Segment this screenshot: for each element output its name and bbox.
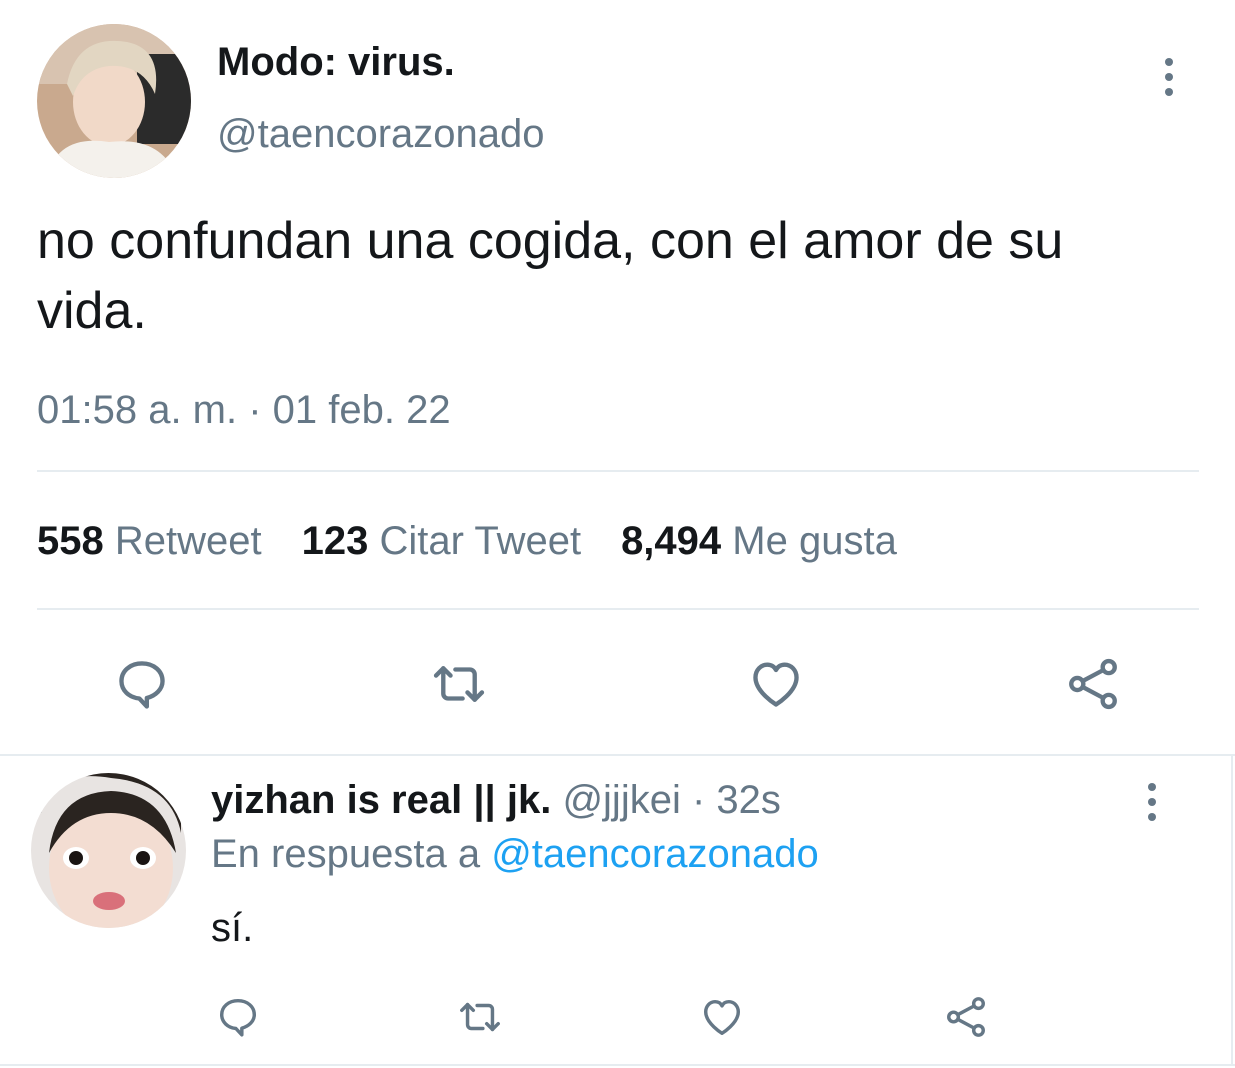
section-divider: [0, 754, 1235, 756]
like-count: 8,494: [621, 519, 722, 563]
in-reply-to-handle[interactable]: @taencorazonado: [491, 832, 819, 876]
tweet-timestamp[interactable]: 01:58 a. m. · 01 feb. 22: [37, 388, 451, 433]
reply-text: sí.: [211, 906, 254, 950]
reply-more-options-icon[interactable]: [1148, 783, 1156, 821]
author-handle[interactable]: @taencorazonado: [217, 112, 545, 157]
quote-stat[interactable]: 123 Citar Tweet: [302, 519, 581, 564]
retweet-label: Retweet: [114, 519, 262, 563]
reply-time: · 32s: [691, 778, 781, 822]
in-reply-to-label: En respuesta a: [211, 832, 481, 876]
like-label: Me gusta: [732, 519, 897, 563]
right-edge-divider: [1231, 754, 1233, 1066]
reply-share-icon[interactable]: [940, 994, 992, 1040]
reply-author-avatar[interactable]: [31, 773, 186, 928]
like-stat[interactable]: 8,494 Me gusta: [621, 519, 897, 564]
retweet-icon[interactable]: [428, 655, 490, 713]
share-icon[interactable]: [1062, 655, 1124, 713]
author-display-name[interactable]: Modo: virus.: [217, 40, 455, 85]
reply-reply-icon[interactable]: [214, 994, 262, 1040]
reply-icon[interactable]: [113, 655, 171, 713]
divider: [37, 608, 1199, 610]
reply-like-icon[interactable]: [697, 994, 747, 1040]
author-avatar[interactable]: [37, 24, 191, 178]
reply-handle[interactable]: @jjjkei: [562, 778, 680, 822]
in-reply-to: En respuesta a @taencorazonado: [211, 832, 819, 877]
more-options-icon[interactable]: [1165, 58, 1173, 96]
retweet-stat[interactable]: 558 Retweet: [37, 519, 262, 564]
quote-count: 123: [301, 519, 369, 563]
bottom-divider: [0, 1064, 1235, 1066]
tweet-stats: 558 Retweet 123 Citar Tweet 8,494 Me gus…: [37, 519, 897, 564]
divider: [37, 470, 1199, 472]
quote-label: Citar Tweet: [379, 519, 582, 563]
reply-display-name[interactable]: yizhan is real || jk.: [211, 778, 551, 822]
reply-header: yizhan is real || jk. @jjjkei · 32s: [211, 778, 781, 823]
reply-retweet-icon[interactable]: [454, 994, 506, 1040]
tweet-text: no confundan una cogida, con el amor de …: [37, 212, 1064, 340]
retweet-count: 558: [37, 519, 104, 563]
like-icon[interactable]: [746, 655, 806, 713]
